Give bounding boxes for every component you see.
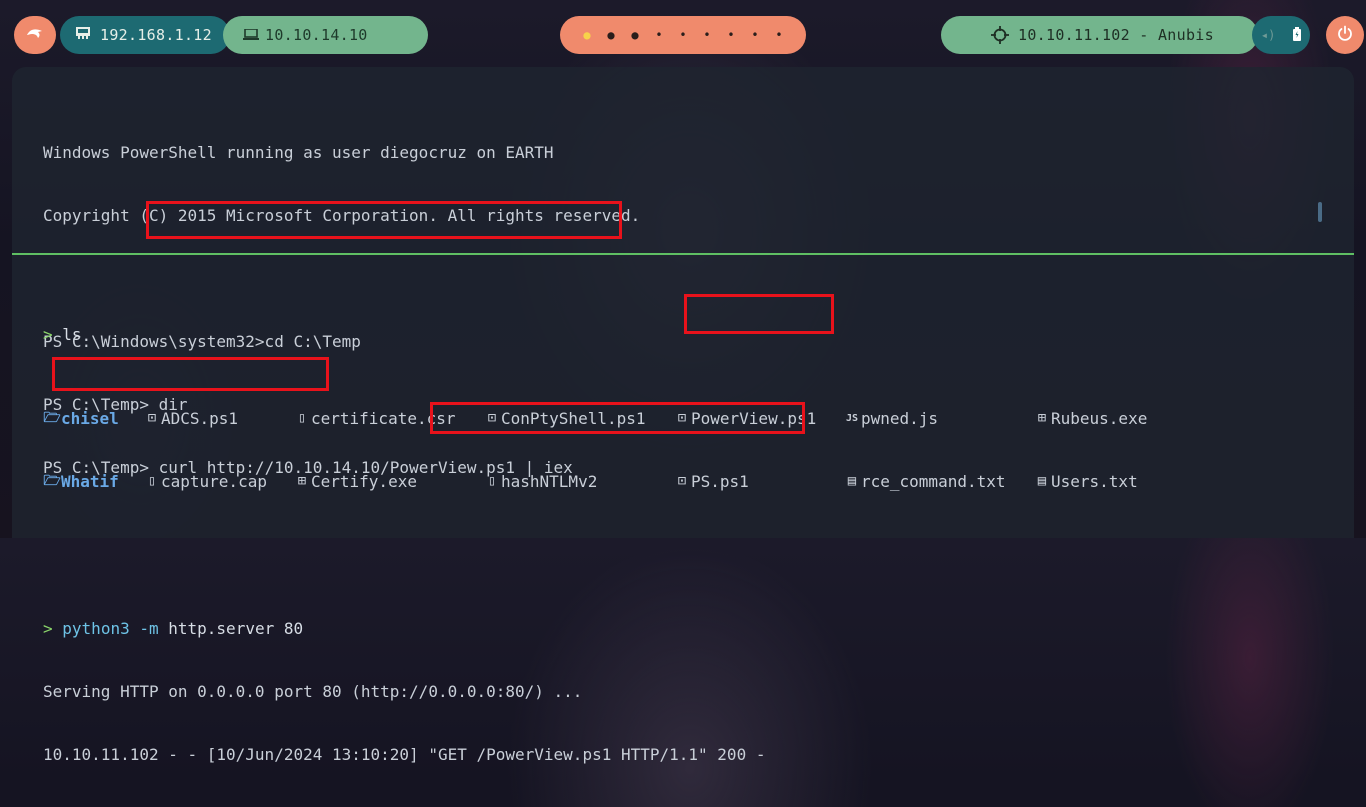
log-request: "GET /PowerView.ps1 HTTP/1.1" 200 - (428, 745, 766, 764)
ls-command: ls (62, 325, 82, 344)
text-file-icon: ▤ (1037, 473, 1047, 489)
module-flag: -m (129, 619, 159, 638)
file-icon: ▯ (297, 410, 307, 426)
workspace-1[interactable]: ● (575, 16, 599, 54)
network-card-icon (76, 27, 90, 43)
scrollbar-thumb[interactable] (1318, 202, 1322, 222)
ls-output-row-2: 🗁 Whatif ▯ capture.cap ⊞ Certify.exe ▯ hashN… (43, 471, 1137, 492)
target-widget[interactable]: 10.10.11.102 - Anubis (941, 16, 1258, 54)
kali-menu-button[interactable] (14, 16, 56, 54)
terminal-window[interactable]: Windows PowerShell running as user diego… (12, 67, 1354, 764)
pane-divider[interactable] (12, 253, 1354, 255)
workspace-2[interactable]: ● (599, 16, 623, 54)
windows-exe-icon: ⊞ (297, 473, 307, 489)
text-file-icon: ▤ (847, 473, 857, 489)
top-bar: 192.168.1.12 10.10.14.10 ● ● ● • • • • •… (0, 0, 1366, 70)
list-item: 🗁 chisel (43, 409, 119, 428)
workspace-9[interactable]: • (767, 16, 791, 54)
system-tray: ◂) (1252, 16, 1310, 54)
powershell-file-icon: ⊡ (677, 473, 687, 489)
folder-icon: 🗁 (43, 473, 61, 489)
workspace-4[interactable]: • (647, 16, 671, 54)
volume-icon[interactable]: ◂) (1261, 28, 1275, 42)
request-log-line: 10.10.11.102 - - [10/Jun/2024 13:10:20] … (43, 744, 765, 765)
prompt-symbol: > (43, 325, 53, 344)
highlight-powerview-file (684, 294, 834, 334)
ls-command-line: > ls (43, 324, 765, 345)
lan-ip-widget[interactable]: 192.168.1.12 (60, 16, 230, 54)
workspace-5[interactable]: • (671, 16, 695, 54)
log-prefix: 10.10.11.102 - - [10/Jun/2024 13:10:20] (43, 745, 429, 764)
laptop-icon (243, 16, 259, 54)
power-button[interactable] (1326, 16, 1364, 54)
list-item: ▤ rce_command.txt (843, 471, 1006, 492)
list-item: 🗁 Whatif (43, 472, 119, 491)
banner-line: Windows PowerShell running as user diego… (43, 143, 554, 162)
highlight-curl-command (146, 201, 622, 239)
workspace-3[interactable]: ● (623, 16, 647, 54)
folder-icon: 🗁 (43, 410, 61, 426)
serving-status-line: Serving HTTP on 0.0.0.0 port 80 (http://… (43, 682, 583, 701)
crosshair-icon (991, 16, 1009, 54)
target-text: 10.10.11.102 - Anubis (1018, 26, 1214, 44)
windows-exe-icon: ⊞ (1037, 410, 1047, 426)
workspace-switcher[interactable]: ● ● ● • • • • • • (560, 16, 806, 54)
list-item: ⊞ Certify.exe (293, 471, 417, 492)
list-item: ▯ capture.cap (143, 471, 267, 492)
highlight-http-server (52, 357, 329, 391)
javascript-file-icon: JS (845, 413, 859, 424)
list-item: ⊡ ADCS.ps1 (143, 408, 238, 429)
vpn-ip-widget[interactable]: 10.10.14.10 (223, 16, 428, 54)
vpn-ip-text: 10.10.14.10 (265, 26, 368, 44)
file-icon: ▯ (147, 473, 157, 489)
powershell-file-icon: ⊡ (147, 410, 157, 426)
server-args: http.server 80 (158, 619, 304, 638)
power-icon (1337, 25, 1353, 45)
workspace-6[interactable]: • (695, 16, 719, 54)
list-item: ⊡ PS.ps1 (673, 471, 749, 492)
battery-icon[interactable] (1293, 26, 1302, 44)
list-item: ▤ Users.txt (1033, 471, 1138, 492)
lan-ip-text: 192.168.1.12 (100, 26, 212, 44)
workspace-8[interactable]: • (743, 16, 767, 54)
file-icon: ▯ (487, 473, 497, 489)
list-item: ▯ hashNTLMv2 (483, 471, 598, 492)
highlight-get-request (430, 402, 805, 434)
http-server-command-line: > python3 -m http.server 80 (43, 618, 765, 639)
list-item: JS pwned.js (843, 408, 938, 429)
list-item: ⊞ Rubeus.exe (1033, 408, 1148, 429)
workspace-7[interactable]: • (719, 16, 743, 54)
kali-dragon-icon (25, 25, 45, 45)
